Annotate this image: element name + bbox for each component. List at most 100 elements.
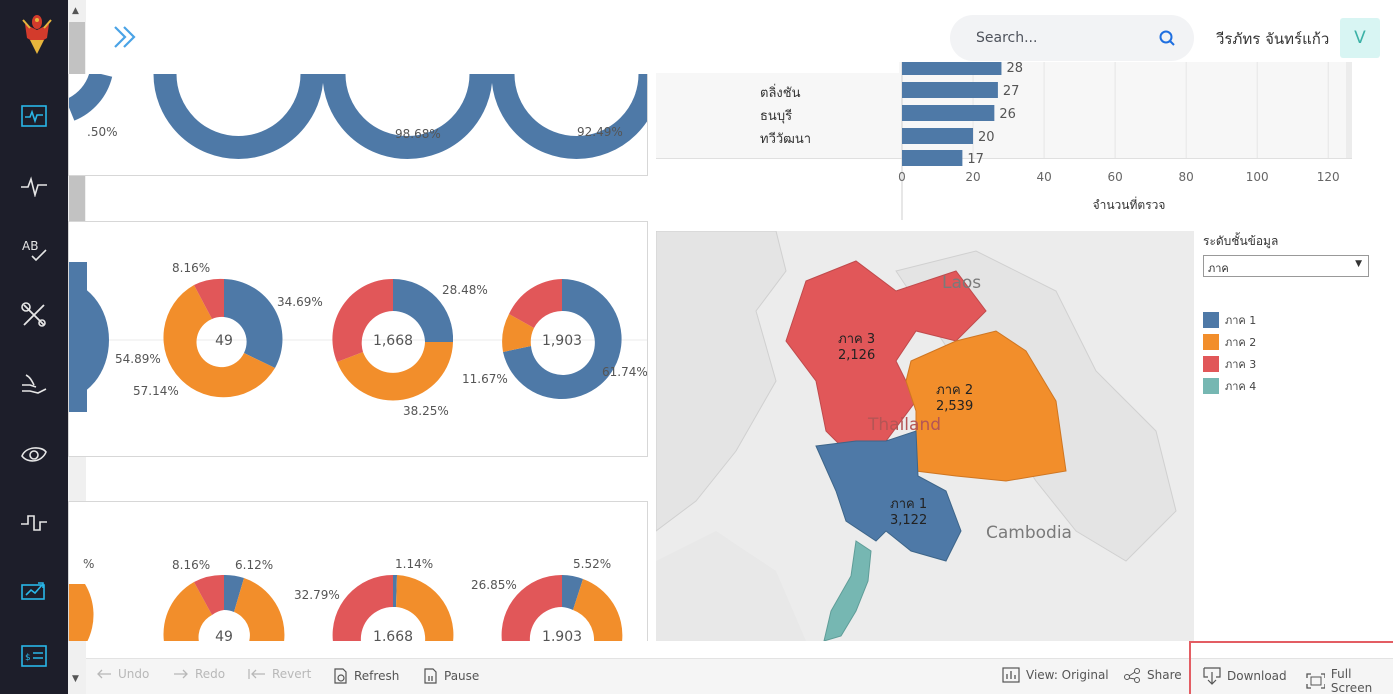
legend-swatch-4: [1203, 378, 1219, 394]
donut-3-2-pct-b: 6.12%: [235, 558, 273, 572]
revert-icon: [248, 669, 265, 679]
scroll-down-icon[interactable]: ▼: [72, 674, 79, 684]
bar-xtick-label: 40: [1036, 170, 1051, 184]
nav-ab-check[interactable]: AB: [0, 222, 68, 278]
legend-item-2[interactable]: ภาค 2: [1203, 331, 1375, 353]
bar[interactable]: [902, 150, 963, 166]
donut-2-4-pct-b: 61.74%: [602, 365, 648, 379]
nav-receipt[interactable]: $: [0, 628, 68, 684]
legend-item-4[interactable]: ภาค 4: [1203, 375, 1375, 397]
tools-icon: [21, 302, 46, 327]
undo-button[interactable]: Undo: [96, 667, 149, 681]
legend-item-3[interactable]: ภาค 3: [1203, 353, 1375, 375]
bar-value-label: 17: [967, 152, 984, 167]
donut-3-1-slice: [69, 584, 94, 641]
view-original-label: View: Original: [1026, 668, 1109, 682]
donut-2-4-center: 1,903: [542, 333, 582, 349]
donut-3-3-pct-a: 1.14%: [395, 557, 433, 571]
nav-heartbeat[interactable]: [0, 158, 68, 214]
garuda-logo-icon[interactable]: [22, 10, 52, 56]
map[interactable]: Laos Thailand Cambodia ภาค 3 2,126 ภาค 2…: [656, 231, 1194, 641]
donut-2-2-pct-c: 57.14%: [133, 384, 179, 398]
bar[interactable]: [902, 62, 1002, 75]
donut-3-3-pct-b: 32.79%: [294, 588, 340, 602]
donut-2-3-pct-b: 38.25%: [403, 404, 449, 418]
search-box[interactable]: Search...: [950, 15, 1194, 61]
redo-button[interactable]: Redo: [173, 667, 225, 681]
map-country-laos: Laos: [942, 273, 982, 293]
nav-tools[interactable]: [0, 287, 68, 343]
bar-value-label: 28: [1006, 62, 1023, 76]
share-label: Share: [1147, 668, 1182, 682]
bar-chart-scrollbar[interactable]: [1346, 62, 1352, 158]
search-icon[interactable]: [1158, 29, 1176, 47]
donut-3-4-center: 1,903: [542, 629, 582, 641]
donut-1-4-arc: [491, 74, 647, 159]
revert-button[interactable]: Revert: [248, 667, 311, 681]
refresh-icon: [334, 668, 347, 684]
hand-icon: [22, 374, 47, 394]
share-button[interactable]: Share: [1123, 667, 1182, 683]
svg-text:$: $: [25, 653, 31, 663]
legend-item-1[interactable]: ภาค 1: [1203, 309, 1375, 331]
donut-1-2-arc: [153, 74, 324, 159]
full-screen-button[interactable]: Full Screen: [1306, 667, 1393, 695]
bar-value-label: 20: [978, 130, 995, 145]
undo-icon: [97, 669, 111, 679]
nav-hand[interactable]: [0, 356, 68, 412]
search-input[interactable]: Search...: [976, 30, 1037, 46]
refresh-button[interactable]: Refresh: [332, 667, 399, 685]
pulse-monitor-icon: [21, 105, 47, 127]
eye-icon: [21, 447, 47, 462]
bar[interactable]: [902, 128, 974, 144]
bar-xtick-label: 20: [965, 170, 980, 184]
pause-icon: [424, 668, 437, 684]
legend-label-3: ภาค 3: [1225, 358, 1257, 371]
bar[interactable]: [902, 82, 998, 98]
nav-signal[interactable]: [0, 494, 68, 550]
donut-2-2-pct-a: 8.16%: [172, 261, 210, 275]
map-label-region-1: ภาค 1 3,122: [890, 497, 927, 529]
donut-row-3-svg: % 8.16% 6.12% 49 1.14% 32.79% 1,668 26.8…: [69, 557, 623, 641]
map-legend: ระดับชั้นข้อมูล ภาค ▼ ภาค 1 ภาค 2 ภาค 3 …: [1203, 232, 1375, 397]
map-country-cambodia: Cambodia: [986, 523, 1072, 543]
donut-2-1-body: [69, 262, 87, 412]
signal-icon: [21, 515, 47, 531]
nav-growth[interactable]: [0, 562, 68, 618]
donut-3-3-center: 1,668: [373, 629, 413, 641]
scroll-up-icon[interactable]: ▲: [72, 6, 79, 16]
avatar[interactable]: V: [1340, 18, 1380, 58]
legend-label-4: ภาค 4: [1225, 380, 1257, 393]
bar-chart: 28 27 26 20 17 ตลิ่งชันธนบุรีทวีวัฒนา 0 20 40 6…: [656, 62, 1352, 220]
donut-3-1-pct: %: [83, 557, 94, 571]
level-select[interactable]: ภาค ▼: [1203, 255, 1369, 277]
donut-2-3-center: 1,668: [373, 333, 413, 349]
legend-swatch-3: [1203, 356, 1219, 372]
view-original-button[interactable]: View: Original: [1002, 667, 1109, 683]
bar-xtick-label: 80: [1179, 170, 1194, 184]
bar-category-label: ทวีวัฒนา: [760, 131, 811, 147]
bar[interactable]: [902, 105, 995, 121]
pause-button[interactable]: Pause: [422, 667, 479, 685]
download-button[interactable]: Download: [1203, 667, 1287, 685]
download-icon: [1203, 667, 1221, 685]
nav-monitor[interactable]: [0, 88, 68, 144]
map-country-thailand: Thailand: [868, 415, 942, 435]
donut-1-1-arc: [69, 74, 113, 121]
nav-eye[interactable]: [0, 426, 68, 482]
revert-label: Revert: [272, 667, 312, 681]
donut-3-4-pct-b: 5.52%: [573, 557, 611, 571]
donut-3-2-center: 49: [215, 629, 233, 641]
donut-row-2-svg: 54.89% 8.16% 34.69% 57.14% 49 28.48% 38.…: [69, 261, 648, 418]
donut-2-2-center: 49: [215, 333, 233, 349]
expand-sidebar-icon[interactable]: [112, 22, 138, 52]
map-label-region-1-name: ภาค 1: [890, 497, 928, 512]
full-screen-icon: [1306, 673, 1325, 689]
map-label-region-2-name: ภาค 2: [936, 383, 974, 398]
donut-2-3-pct-a: 28.48%: [442, 283, 488, 297]
donut-3-4-pct-a: 26.85%: [471, 578, 517, 592]
growth-chart-icon: [21, 582, 45, 600]
redo-label: Redo: [195, 667, 226, 681]
map-label-region-3: ภาค 3 2,126: [838, 332, 875, 364]
map-label-region-3-value: 2,126: [838, 348, 876, 363]
